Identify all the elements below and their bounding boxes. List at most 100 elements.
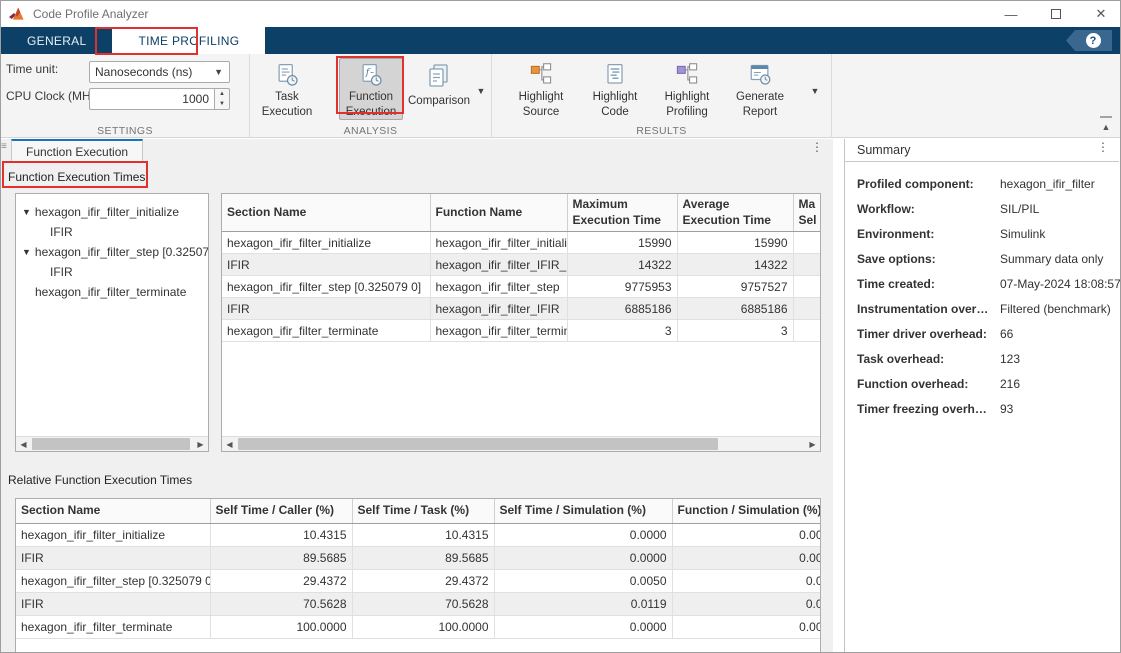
highlight-profiling-button[interactable]: HighlightProfiling bbox=[655, 58, 719, 120]
table-row[interactable]: hexagon_ifir_filter_terminatehexagon_ifi… bbox=[222, 320, 821, 342]
cpu-clock-value: 1000 bbox=[182, 92, 209, 106]
task-execution-icon bbox=[272, 62, 302, 88]
close-button[interactable]: ✕ bbox=[1092, 6, 1110, 22]
tree-expand-arrow-icon[interactable]: ▼ bbox=[22, 247, 31, 257]
summary-row: Task overhead:123 bbox=[857, 346, 1115, 371]
table-cell: 15990 bbox=[677, 232, 793, 254]
column-header[interactable]: Function Name bbox=[430, 194, 567, 232]
table-cell: 10.4315 bbox=[210, 523, 352, 546]
table-row[interactable]: hexagon_ifir_filter_terminate100.0000100… bbox=[16, 615, 821, 638]
summary-label: Task overhead: bbox=[857, 352, 1000, 366]
table-cell bbox=[793, 320, 821, 342]
summary-title: Summary bbox=[857, 143, 910, 157]
tree-item-label: IFIR bbox=[50, 225, 73, 239]
tree-item[interactable]: ▼hexagon_ifir_filter_initialize bbox=[16, 202, 208, 222]
summary-value: 66 bbox=[1000, 327, 1013, 341]
table-cell: 70.5628 bbox=[352, 592, 494, 615]
column-header[interactable]: Section Name bbox=[16, 499, 210, 523]
scroll-right-icon[interactable]: ▶ bbox=[193, 437, 208, 451]
results-gallery-arrow[interactable]: ▼ bbox=[807, 82, 823, 100]
summary-row: Timer driver overhead:66 bbox=[857, 321, 1115, 346]
table-cell: 89.5685 bbox=[352, 546, 494, 569]
table-row[interactable]: IFIR89.568589.56850.00000.00 bbox=[16, 546, 821, 569]
spin-down-icon[interactable]: ▼ bbox=[215, 99, 229, 109]
table-cell: 0.00 bbox=[672, 523, 821, 546]
tree-hscrollbar[interactable]: ◀ ▶ bbox=[16, 436, 208, 451]
table-cell: 0.0 bbox=[672, 569, 821, 592]
table-hscrollbar[interactable]: ◀ ▶ bbox=[222, 436, 820, 451]
summary-label: Environment: bbox=[857, 227, 1000, 241]
panel-grip-icon[interactable]: ≡ bbox=[1, 145, 8, 149]
table-row[interactable]: hexagon_ifir_filter_step [0.325079 0]29.… bbox=[16, 569, 821, 592]
doc-panel-menu-icon[interactable]: ⋮ bbox=[811, 145, 823, 150]
tree-item[interactable]: hexagon_ifir_filter_terminate bbox=[16, 282, 208, 302]
tab-general[interactable]: GENERAL bbox=[1, 27, 112, 54]
scroll-left-icon[interactable]: ◀ bbox=[222, 437, 237, 451]
table-row[interactable]: hexagon_ifir_filter_step [0.325079 0]hex… bbox=[222, 276, 821, 298]
table-cell: hexagon_ifir_filter_terminate bbox=[222, 320, 430, 342]
table-cell: 0.0 bbox=[672, 592, 821, 615]
collapse-ribbon-icon bbox=[1100, 116, 1112, 118]
column-header[interactable]: Section Name bbox=[222, 194, 430, 232]
summary-label: Workflow: bbox=[857, 202, 1000, 216]
table-cell bbox=[793, 254, 821, 276]
scroll-right-icon[interactable]: ▶ bbox=[805, 437, 820, 451]
scrollbar-thumb[interactable] bbox=[32, 438, 190, 450]
tab-function-execution[interactable]: Function Execution bbox=[11, 139, 143, 163]
table-row[interactable]: IFIR70.562870.56280.01190.0 bbox=[16, 592, 821, 615]
generate-report-button[interactable]: GenerateReport bbox=[728, 58, 792, 120]
table-cell: hexagon_ifir_filter_step [0.325079 0] bbox=[16, 569, 210, 592]
title-bar: Code Profile Analyzer — ✕ bbox=[1, 1, 1120, 27]
minimize-button[interactable]: — bbox=[1002, 7, 1020, 22]
collapse-ribbon-button[interactable]: ▲ bbox=[1099, 116, 1113, 133]
summary-row: Function overhead:216 bbox=[857, 371, 1115, 396]
column-header[interactable]: Average Execution Time bbox=[677, 194, 793, 232]
table-cell: 100.0000 bbox=[352, 615, 494, 638]
summary-label: Function overhead: bbox=[857, 377, 1000, 391]
column-header[interactable]: Function / Simulation (%) bbox=[672, 499, 821, 523]
summary-menu-icon[interactable]: ⋮ bbox=[1097, 145, 1109, 150]
table-row[interactable]: IFIRhexagon_ifir_filter_IFIR_Init1432214… bbox=[222, 254, 821, 276]
tree-expand-arrow-icon[interactable]: ▼ bbox=[22, 207, 31, 217]
column-header[interactable]: Maximum Execution Time bbox=[567, 194, 677, 232]
tree-item[interactable]: IFIR bbox=[16, 222, 208, 242]
comparison-button[interactable]: Comparison bbox=[406, 58, 472, 120]
tab-time-profiling[interactable]: TIME PROFILING bbox=[112, 27, 265, 54]
task-execution-button[interactable]: TaskExecution bbox=[255, 58, 319, 120]
table-cell bbox=[793, 276, 821, 298]
analysis-gallery-arrow[interactable]: ▼ bbox=[473, 82, 489, 100]
scrollbar-thumb[interactable] bbox=[238, 438, 718, 450]
table-cell bbox=[793, 298, 821, 320]
cpu-clock-input[interactable]: 1000 bbox=[89, 88, 215, 110]
function-execution-button[interactable]: f FunctionExecution bbox=[339, 58, 403, 120]
summary-label: Instrumentation over… bbox=[857, 302, 1000, 316]
highlight-code-button[interactable]: HighlightCode bbox=[583, 58, 647, 120]
column-header[interactable]: Self Time / Caller (%) bbox=[210, 499, 352, 523]
ribbon: Time unit: Nanoseconds (ns) ▼ CPU Clock … bbox=[1, 54, 1120, 138]
relative-times-table: Section NameSelf Time / Caller (%)Self T… bbox=[16, 499, 821, 639]
table-cell: 0.00 bbox=[672, 546, 821, 569]
summary-row: Environment:Simulink bbox=[857, 221, 1115, 246]
table-row[interactable]: IFIRhexagon_ifir_filter_IFIR688518668851… bbox=[222, 298, 821, 320]
help-button[interactable]: ? bbox=[1066, 30, 1112, 51]
table-row[interactable]: hexagon_ifir_filter_initializehexagon_if… bbox=[222, 232, 821, 254]
highlight-source-button[interactable]: HighlightSource bbox=[509, 58, 573, 120]
table-cell: hexagon_ifir_filter_termin… bbox=[430, 320, 567, 342]
column-header[interactable]: Self Time / Simulation (%) bbox=[494, 499, 672, 523]
results-group-label: RESULTS bbox=[492, 125, 831, 137]
table-cell bbox=[793, 232, 821, 254]
spin-up-icon[interactable]: ▲ bbox=[215, 89, 229, 99]
time-unit-value: Nanoseconds (ns) bbox=[95, 65, 192, 79]
table-row[interactable]: hexagon_ifir_filter_initialize10.431510.… bbox=[16, 523, 821, 546]
summary-row: Save options:Summary data only bbox=[857, 246, 1115, 271]
column-header[interactable]: Self Time / Task (%) bbox=[352, 499, 494, 523]
column-header[interactable]: Ma Sel bbox=[793, 194, 821, 232]
time-unit-dropdown[interactable]: Nanoseconds (ns) ▼ bbox=[89, 61, 230, 83]
tree-item[interactable]: IFIR bbox=[16, 262, 208, 282]
tree-item[interactable]: ▼hexagon_ifir_filter_step [0.325079 0] bbox=[16, 242, 208, 262]
maximize-button[interactable] bbox=[1047, 7, 1065, 22]
scroll-left-icon[interactable]: ◀ bbox=[16, 437, 31, 451]
table-cell: 3 bbox=[677, 320, 793, 342]
summary-list: Profiled component:hexagon_ifir_filterWo… bbox=[857, 171, 1115, 421]
summary-value: hexagon_ifir_filter bbox=[1000, 177, 1095, 191]
